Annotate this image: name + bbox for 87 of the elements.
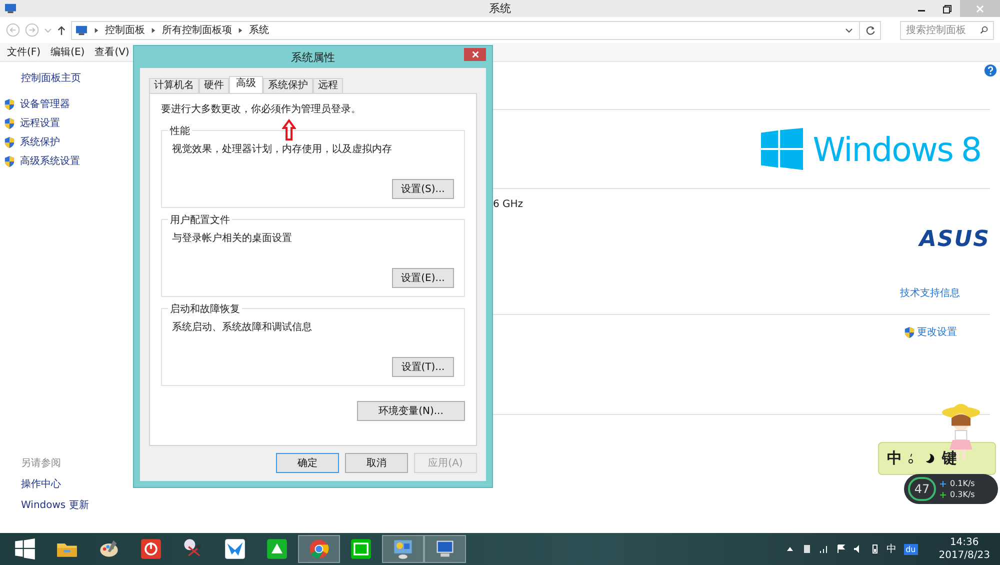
processor-text: 6 GHz bbox=[493, 199, 524, 212]
sidebar-link[interactable]: Windows 更新 bbox=[21, 498, 133, 512]
upload-rate: 0.1K/s bbox=[950, 479, 975, 488]
change-settings-link[interactable]: 更改设置 bbox=[917, 325, 957, 339]
section-heading: 另请参阅 bbox=[21, 456, 62, 470]
sidebar-link[interactable]: 设备管理器 bbox=[20, 97, 70, 111]
upload-icon bbox=[940, 480, 946, 486]
shield-icon bbox=[4, 98, 15, 110]
os-version: 8 bbox=[961, 130, 982, 168]
chevron-icon bbox=[94, 26, 99, 34]
tv-icon bbox=[350, 538, 372, 560]
environment-variables-button[interactable]: 环境变量(N)... bbox=[357, 401, 465, 421]
flag-icon[interactable] bbox=[836, 544, 846, 554]
close-icon bbox=[975, 4, 985, 14]
window-title: 系统 bbox=[488, 1, 512, 16]
help-icon[interactable] bbox=[984, 64, 997, 77]
gauge-value: 47 bbox=[908, 477, 936, 501]
menu-item[interactable]: 文件(F) bbox=[7, 45, 41, 59]
sidebar-link[interactable]: 系统保护 bbox=[20, 135, 60, 149]
breadcrumb-item[interactable]: 系统 bbox=[249, 23, 269, 37]
shield-icon bbox=[4, 154, 15, 168]
windows-logo-icon bbox=[14, 538, 36, 560]
refresh-icon bbox=[864, 24, 876, 36]
tab[interactable]: 计算机名 bbox=[149, 78, 199, 93]
sidebar-link[interactable]: 远程设置 bbox=[20, 116, 60, 130]
settings-button[interactable]: 设置(T)... bbox=[392, 357, 454, 377]
download-icon bbox=[940, 492, 946, 498]
search-icon bbox=[980, 26, 988, 34]
maker-logo: ASUS bbox=[919, 227, 990, 252]
ime-toolbar[interactable]: 中 键 bbox=[878, 442, 996, 475]
input-mode-indicator[interactable]: 中 bbox=[886, 542, 897, 556]
tab[interactable]: 硬件 bbox=[199, 78, 229, 93]
address-bar[interactable]: 控制面板 所有控制面板项 系统 bbox=[71, 20, 881, 40]
dialog-title: 系统属性 bbox=[291, 50, 335, 64]
group-description: 系统启动、系统故障和调试信息 bbox=[172, 320, 313, 334]
clock-date[interactable]: 2017/8/23 bbox=[938, 549, 990, 562]
control-panel-icon bbox=[392, 538, 414, 560]
os-name: Windows bbox=[812, 130, 953, 168]
settings-button[interactable]: 设置(E)... bbox=[392, 268, 454, 288]
annotation-arrow bbox=[282, 119, 296, 141]
dialog-button[interactable]: 取消 bbox=[345, 453, 408, 473]
computer-icon bbox=[4, 3, 17, 14]
breadcrumb-item[interactable]: 所有控制面板项 bbox=[162, 23, 232, 37]
menu-item[interactable]: 查看(V) bbox=[94, 45, 130, 59]
browser-icon bbox=[308, 538, 330, 560]
sidebar-link[interactable]: 高级系统设置 bbox=[20, 154, 80, 168]
breadcrumb-item[interactable]: 控制面板 bbox=[105, 23, 145, 37]
tray-app-icon[interactable]: du bbox=[904, 544, 918, 554]
windows-logo-icon bbox=[760, 128, 803, 170]
shield-icon bbox=[4, 116, 15, 130]
sidebar-link[interactable]: 控制面板主页 bbox=[21, 71, 133, 85]
download-rate: 0.3K/s bbox=[950, 490, 975, 499]
power-icon bbox=[140, 538, 162, 560]
shield-icon bbox=[4, 136, 15, 148]
up-arrow-icon[interactable] bbox=[57, 24, 66, 36]
settings-button[interactable]: 设置(S)... bbox=[392, 179, 454, 199]
group-title: 启动和故障恢复 bbox=[168, 302, 242, 316]
signal-icon[interactable] bbox=[818, 544, 829, 554]
group-title: 性能 bbox=[168, 124, 192, 138]
chevron-icon bbox=[151, 26, 156, 34]
ime-mode[interactable]: 中 bbox=[887, 449, 902, 468]
ime-key[interactable]: 键 bbox=[942, 449, 957, 468]
bird-icon bbox=[224, 538, 246, 560]
group-description: 与登录帐户相关的桌面设置 bbox=[172, 232, 293, 245]
close-icon bbox=[470, 50, 480, 59]
menu-item[interactable]: 编辑(E) bbox=[50, 45, 85, 59]
search-field[interactable]: 搜索控制面板 bbox=[900, 20, 994, 40]
chevron-icon bbox=[238, 26, 243, 34]
dialog-button[interactable]: 确定 bbox=[276, 453, 339, 473]
admin-note: 要进行大多数更改，你必须作为管理员登录。 bbox=[161, 102, 362, 116]
clock-time[interactable]: 14:36 bbox=[950, 536, 979, 549]
dropdown-icon[interactable] bbox=[845, 26, 853, 34]
tab[interactable]: 远程 bbox=[313, 78, 343, 93]
sidebar-link[interactable]: 操作中心 bbox=[21, 477, 133, 491]
battery-icon[interactable] bbox=[870, 544, 880, 554]
shield-icon bbox=[904, 326, 915, 338]
device-icon[interactable] bbox=[802, 544, 812, 554]
restore-icon bbox=[942, 4, 952, 14]
group-description: 视觉效果，处理器计划，内存使用，以及虚拟内存 bbox=[172, 142, 393, 156]
computer-icon bbox=[75, 24, 88, 36]
support-link[interactable]: 技术支持信息 bbox=[900, 286, 960, 300]
tab[interactable]: 系统保护 bbox=[263, 78, 313, 93]
group-title: 用户配置文件 bbox=[168, 213, 232, 227]
tab[interactable]: 高级 bbox=[229, 76, 263, 93]
close-button[interactable] bbox=[464, 48, 486, 61]
moon-icon[interactable] bbox=[925, 453, 936, 464]
minimize-icon bbox=[918, 10, 924, 12]
